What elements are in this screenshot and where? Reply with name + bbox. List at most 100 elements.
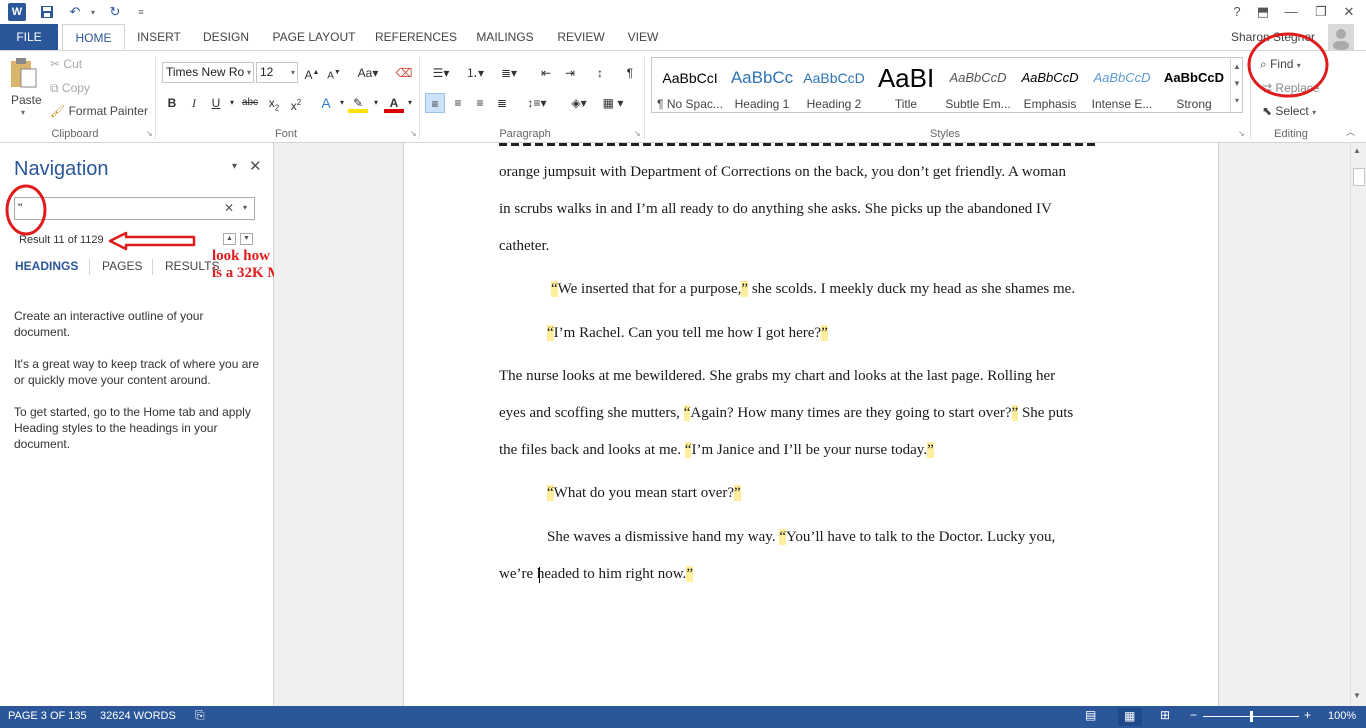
style-intense-emphasis[interactable]: AaBbCcD Intense E... (1086, 58, 1158, 112)
zoom-out-icon[interactable]: − (1190, 708, 1197, 722)
bullets-icon[interactable]: ☰▾ (428, 63, 454, 83)
undo-dropdown-icon[interactable]: ▾ (84, 3, 102, 21)
undo-icon[interactable]: ↶ (66, 3, 84, 21)
grow-font-icon[interactable]: A▲ (302, 63, 322, 83)
page-count[interactable]: PAGE 3 OF 135 (8, 710, 87, 722)
tab-mailings[interactable]: MAILINGS (470, 24, 540, 50)
strikethrough-icon[interactable]: abc (240, 93, 260, 113)
shrink-font-icon[interactable]: A▼ (324, 63, 344, 83)
zoom-slider-thumb[interactable] (1250, 711, 1253, 722)
word-app-icon[interactable]: W (8, 3, 26, 21)
restore-button[interactable]: ❐ (1308, 2, 1334, 22)
proofing-icon[interactable]: ⎘ (195, 708, 205, 723)
close-button[interactable]: ✕ (1336, 2, 1362, 22)
tab-review[interactable]: REVIEW (551, 24, 611, 50)
sort-icon[interactable]: ↕ (590, 63, 610, 83)
clear-search-icon[interactable]: ✕ (224, 201, 234, 215)
tab-design[interactable]: DESIGN (196, 24, 256, 50)
change-case-icon[interactable]: Aa▾ (354, 63, 382, 83)
vertical-scrollbar[interactable]: ▲ ▼ (1350, 143, 1366, 706)
cut-off-line (499, 143, 1099, 146)
search-input[interactable]: " ✕ ▾ (14, 197, 255, 220)
italic-icon[interactable]: I (184, 93, 204, 113)
font-launcher-icon[interactable]: ↘ (410, 129, 417, 138)
save-icon[interactable] (38, 3, 56, 21)
copy-button[interactable]: ⧉ Copy (50, 81, 90, 96)
tab-page-layout[interactable]: PAGE LAYOUT (266, 24, 362, 50)
clear-formatting-icon[interactable]: ⌫ (394, 63, 414, 83)
ribbon-display-options-icon[interactable]: ⬒ (1250, 2, 1276, 22)
style-emphasis[interactable]: AaBbCcD Emphasis (1014, 58, 1086, 112)
align-center-icon[interactable]: ≡ (448, 93, 468, 113)
scroll-thumb[interactable] (1353, 168, 1365, 186)
bold-icon[interactable]: B (162, 93, 182, 113)
highlight-icon[interactable]: ✎ (348, 93, 368, 113)
paste-icon[interactable] (8, 57, 44, 97)
scroll-down-icon[interactable]: ▼ (1353, 691, 1361, 700)
align-right-icon[interactable]: ≡ (470, 93, 490, 113)
chevron-down-icon[interactable]: ▾ (222, 93, 242, 113)
paste-button[interactable]: Paste (11, 93, 42, 107)
tab-home[interactable]: HOME (62, 24, 125, 50)
chevron-down-icon[interactable]: ▾ (366, 93, 386, 113)
group-divider (644, 57, 645, 139)
select-button[interactable]: ⬉ Select ▾ (1262, 104, 1316, 118)
increase-indent-icon[interactable]: ⇥ (560, 63, 580, 83)
tab-headings[interactable]: HEADINGS (15, 259, 78, 273)
cut-button[interactable]: ✂ Cut (50, 57, 82, 71)
style-subtle-emphasis[interactable]: AaBbCcD Subtle Em... (942, 58, 1014, 112)
paragraph-launcher-icon[interactable]: ↘ (634, 129, 641, 138)
superscript-icon[interactable]: x2 (286, 93, 306, 113)
read-mode-icon[interactable]: ▤ (1085, 708, 1096, 722)
word-count[interactable]: 32624 WORDS (100, 710, 176, 722)
zoom-in-icon[interactable]: + (1304, 708, 1311, 722)
clipboard-launcher-icon[interactable]: ↘ (146, 129, 153, 138)
avatar[interactable] (1328, 24, 1354, 50)
decrease-indent-icon[interactable]: ⇤ (536, 63, 556, 83)
numbering-icon[interactable]: ⒈▾ (462, 63, 488, 83)
search-hit: ” (686, 566, 693, 582)
gallery-scroll[interactable]: ▲ ▼ ▾ (1230, 58, 1243, 112)
tab-view[interactable]: VIEW (620, 24, 666, 50)
borders-icon[interactable]: ▦ ▾ (598, 93, 628, 113)
paragraph-line: eyes and scoffing she mutters, “Again? H… (499, 405, 1074, 421)
previous-result-icon[interactable]: ▲ (223, 233, 236, 245)
zoom-level[interactable]: 100% (1328, 710, 1356, 722)
print-layout-button[interactable]: ▦ (1118, 708, 1142, 726)
paragraph-line: we’re headed to him right now.” (499, 566, 693, 582)
web-layout-icon[interactable]: ⊞ (1160, 708, 1170, 722)
next-result-icon[interactable]: ▼ (240, 233, 253, 245)
subscript-icon[interactable]: x2 (264, 93, 284, 113)
align-left-icon[interactable]: ≡ (425, 93, 445, 113)
tab-insert[interactable]: INSERT (130, 24, 188, 50)
document-page[interactable]: orange jumpsuit with Department of Corre… (403, 143, 1219, 706)
style-heading-1[interactable]: AaBbCc Heading 1 (726, 58, 798, 112)
pane-options-icon[interactable]: ▾ (232, 161, 237, 172)
paste-dropdown-icon[interactable]: ▾ (21, 108, 25, 117)
style-title[interactable]: AaBI Title (870, 58, 942, 112)
font-name-combo[interactable]: Times New Ro ▾ (162, 62, 254, 83)
style-strong[interactable]: AaBbCcD Strong (1158, 58, 1230, 112)
line-spacing-icon[interactable]: ↕≡▾ (522, 93, 552, 113)
tab-file[interactable]: FILE (0, 24, 58, 50)
close-icon[interactable]: ✕ (249, 157, 262, 175)
minimize-button[interactable]: — (1278, 2, 1304, 22)
format-painter-button[interactable]: 🖌 Format Painter (50, 104, 148, 118)
chevron-down-icon[interactable]: ▾ (400, 93, 420, 113)
redo-icon[interactable]: ↻ (106, 3, 124, 21)
help-button[interactable]: ? (1224, 2, 1250, 22)
justify-icon[interactable]: ≣ (492, 93, 512, 113)
search-options-icon[interactable]: ▾ (243, 203, 247, 212)
styles-launcher-icon[interactable]: ↘ (1238, 129, 1245, 138)
tab-pages[interactable]: PAGES (102, 259, 142, 273)
collapse-ribbon-icon[interactable]: ︿ (1346, 125, 1355, 138)
font-size-combo[interactable]: 12 ▾ (256, 62, 298, 83)
shading-icon[interactable]: ◈▾ (566, 93, 592, 113)
show-marks-icon[interactable]: ¶ (620, 63, 640, 83)
customize-icon[interactable]: ≡ (132, 3, 150, 21)
tab-references[interactable]: REFERENCES (372, 24, 460, 50)
style-no-spacing[interactable]: AaBbCcI ¶ No Spac... (654, 58, 726, 112)
multilevel-list-icon[interactable]: ≣▾ (496, 63, 522, 83)
scroll-up-icon[interactable]: ▲ (1353, 146, 1361, 155)
style-heading-2[interactable]: AaBbCcD Heading 2 (798, 58, 870, 112)
